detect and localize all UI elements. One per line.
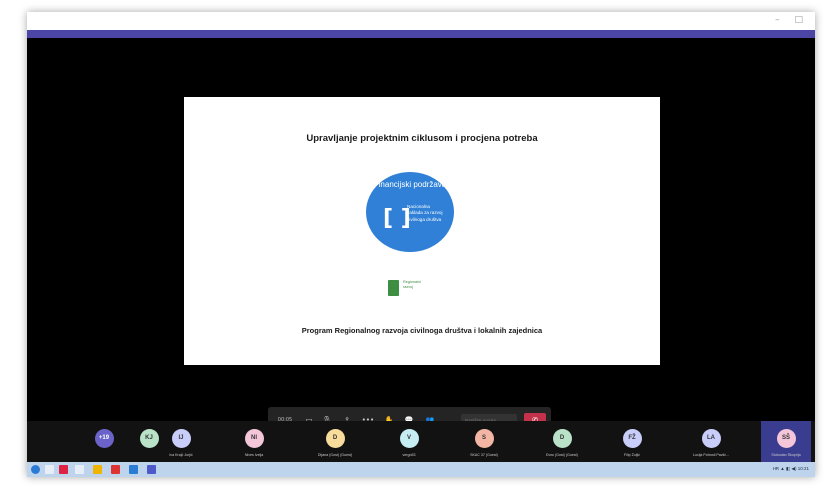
slide-title: Upravljanje projektnim ciklusom i procje… [306, 133, 538, 144]
start-icon[interactable] [31, 465, 40, 474]
file-explorer-icon[interactable] [93, 465, 102, 474]
participant-tile[interactable]: D Đuro (Gost) (Guest) [537, 421, 587, 462]
avatar: D [552, 429, 572, 448]
slide-footer: Program Regionalnog razvoja civilnoga dr… [301, 326, 543, 335]
avatar: LA [701, 429, 721, 448]
participant-tile[interactable]: S SKAC 37 (Guest) [459, 421, 509, 462]
window-controls[interactable]: – □ [775, 15, 809, 25]
participant-name: Đuro (Gost) (Guest) [546, 453, 578, 457]
participant-name: Slobodan Škuprija [771, 453, 801, 457]
participant-name: SKAC 37 (Guest) [470, 453, 498, 457]
presentation-slide: Upravljanje projektnim ciklusom i procje… [184, 97, 660, 365]
search-icon[interactable] [45, 465, 54, 474]
participant-name: vergo53 [402, 453, 416, 457]
task-view-icon[interactable] [75, 465, 84, 474]
participant-name: Dijana (Gost) (Guest) [317, 453, 353, 457]
participant-tile[interactable]: SŠ Slobodan Škuprija [761, 421, 811, 462]
avatar: NI [244, 429, 264, 448]
shared-screen-stage: Upravljanje projektnim ciklusom i procje… [27, 38, 815, 437]
avatar: V [399, 429, 419, 448]
teams-icon[interactable] [147, 465, 156, 474]
funding-badge: Financijski podržava [ ] Nacionalna zakl… [366, 172, 454, 252]
participant-tile[interactable]: IJ Iva Krajč Jurjić [156, 421, 206, 462]
participant-name: Iva Krajč Jurjić [169, 453, 193, 457]
browser-icon[interactable] [111, 465, 120, 474]
outlook-icon[interactable] [129, 465, 138, 474]
windows-taskbar: HR ▲ ◧ ◀) 10:21 [27, 462, 815, 477]
participant-name: Lucija Potrosli Pavlić... [693, 453, 729, 457]
regional-development-logo-icon [388, 280, 399, 296]
avatar: IJ [171, 429, 191, 448]
avatar: SŠ [776, 429, 796, 448]
participant-tile[interactable]: +19 [79, 421, 129, 462]
participant-tile[interactable]: FŽ Filip Žuljić [607, 421, 657, 462]
participant-tile[interactable]: D Dijana (Gost) (Guest) [310, 421, 360, 462]
regional-development-logo-text: Regionalni razvoj [403, 280, 421, 289]
funding-badge-title: Financijski podržava [373, 180, 447, 189]
avatar: +19 [94, 429, 114, 448]
teams-window: – □ Upravljanje projektnim ciklusom i pr… [27, 12, 815, 477]
avatar: FŽ [622, 429, 642, 448]
avatar: S [474, 429, 494, 448]
system-tray: HR ▲ ◧ ◀) 10:21 [772, 466, 809, 471]
participant-tile[interactable]: NI Nives Ivelja [229, 421, 279, 462]
participant-tile[interactable]: Vvergo53 [384, 421, 434, 462]
app-icon[interactable] [59, 465, 68, 474]
participant-name: Nives Ivelja [244, 453, 264, 457]
foundation-name: Nacionalna zaklada za razvoj civilnoga d… [407, 204, 443, 222]
participant-name: Filip Žuljić [624, 453, 640, 457]
participant-tile[interactable]: LA Lucija Potrosli Pavlić... [686, 421, 736, 462]
avatar: D [325, 429, 345, 448]
meeting-header-bar [27, 30, 815, 38]
participant-strip: +19 KJ IJ Iva Krajč Jurjić NI Nives Ivelja D Di… [27, 421, 815, 462]
